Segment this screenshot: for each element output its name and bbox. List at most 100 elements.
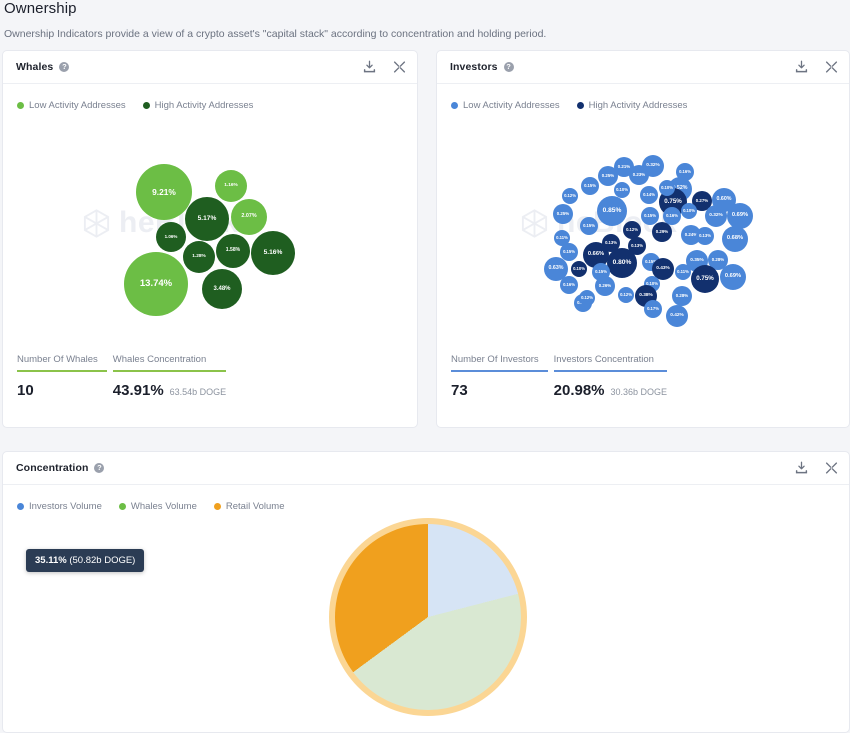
- investors-legend: Low Activity Addresses High Activity Add…: [437, 84, 849, 111]
- bubble[interactable]: 0.80%: [607, 248, 637, 278]
- expand-icon[interactable]: [825, 61, 838, 74]
- metric-label: Investors Concentration: [553, 354, 668, 372]
- legend-label: Retail Volume: [225, 501, 285, 512]
- legend-dot-low-activity: [451, 102, 458, 109]
- bubble[interactable]: 5.16%: [251, 231, 295, 275]
- bubble[interactable]: 0.29%: [652, 222, 672, 242]
- bubble[interactable]: 0.15%: [580, 217, 598, 235]
- legend-label: High Activity Addresses: [588, 100, 688, 111]
- bubble[interactable]: 0.32%: [705, 205, 727, 227]
- metric-number-of-whales: Number Of Whales 10: [17, 354, 107, 399]
- metric-whales-concentration: Whales Concentration 43.91% 63.54b DOGE: [112, 354, 227, 399]
- concentration-card: Concentration ? Investors Volume Whales …: [2, 451, 850, 733]
- metric-subvalue: 63.54b DOGE: [169, 387, 227, 397]
- bubble[interactable]: 0.14%: [640, 186, 658, 204]
- legend-item-low-activity[interactable]: Low Activity Addresses: [451, 100, 560, 111]
- bubble[interactable]: 0.69%: [720, 264, 746, 290]
- metric-value: 20.98%: [553, 382, 605, 399]
- metric-value: 10: [17, 382, 34, 399]
- whales-metrics: Number Of Whales 10 Whales Concentration…: [3, 354, 417, 399]
- investors-card-actions: [795, 60, 838, 74]
- legend-item-whales-volume[interactable]: Whales Volume: [118, 501, 197, 512]
- bubble[interactable]: 0.85%: [597, 196, 627, 226]
- legend-dot-whales-volume: [118, 503, 126, 510]
- bubble[interactable]: 0.10%: [614, 182, 630, 198]
- bubble[interactable]: 0.12%: [562, 188, 578, 204]
- bubble[interactable]: 3.48%: [202, 269, 242, 309]
- bubble[interactable]: 0.12%: [579, 290, 595, 306]
- whales-card: Whales ? Low Activity Addresses High Act…: [2, 50, 418, 428]
- bubble[interactable]: 1.16%: [215, 170, 247, 202]
- legend-label: High Activity Addresses: [154, 100, 254, 111]
- bubble[interactable]: 0.10%: [659, 180, 675, 196]
- bubble[interactable]: 1.06%: [156, 222, 186, 252]
- legend-label: Whales Volume: [130, 501, 197, 512]
- page-title: Ownership: [4, 0, 77, 17]
- concentration-card-header: Concentration ?: [3, 452, 849, 485]
- investors-metrics: Number Of Investors 73 Investors Concent…: [437, 354, 849, 399]
- bubble[interactable]: 0.10%: [681, 203, 697, 219]
- bubble[interactable]: 0.28%: [672, 286, 692, 306]
- investors-card: Investors ? Low Activity Addresses High …: [436, 50, 850, 428]
- expand-icon[interactable]: [825, 462, 838, 475]
- bubble[interactable]: 0.25%: [553, 204, 573, 224]
- legend-dot-retail-volume: [213, 503, 221, 510]
- legend-dot-investors-volume: [17, 503, 24, 510]
- concentration-pie-wrap: heBlock 35.11% (50.82b DOGE): [3, 512, 849, 733]
- bubble[interactable]: 1.28%: [183, 241, 215, 273]
- investors-card-title: Investors: [450, 61, 498, 73]
- bubble[interactable]: 0.25%: [598, 166, 618, 186]
- help-circle-icon[interactable]: ?: [503, 62, 514, 72]
- bubble[interactable]: 0.42%: [666, 305, 688, 327]
- legend-label: Low Activity Addresses: [29, 100, 126, 111]
- bubble[interactable]: 2.07%: [231, 199, 267, 235]
- download-icon[interactable]: [795, 461, 808, 475]
- legend-label: Low Activity Addresses: [463, 100, 560, 111]
- download-icon[interactable]: [795, 60, 808, 74]
- expand-icon[interactable]: [393, 61, 406, 74]
- whales-legend: Low Activity Addresses High Activity Add…: [3, 84, 417, 111]
- concentration-card-title: Concentration: [16, 462, 89, 474]
- investors-bubble-chart: heBlock 0.21%0.32%0.25%0.23%0.16%0.15%0.…: [437, 111, 849, 346]
- ownership-page: Ownership Ownership Indicators provide a…: [0, 0, 850, 733]
- help-circle-icon[interactable]: ?: [94, 463, 105, 473]
- bubble[interactable]: 0.17%: [644, 300, 662, 318]
- legend-dot-high-activity: [576, 102, 584, 109]
- bubble[interactable]: 0.68%: [722, 226, 748, 252]
- metric-label: Whales Concentration: [112, 354, 227, 372]
- bubble[interactable]: 0.13%: [696, 227, 714, 245]
- pie-chart[interactable]: [335, 524, 521, 710]
- legend-dot-high-activity: [142, 102, 150, 109]
- bubble[interactable]: 0.16%: [560, 276, 578, 294]
- tooltip-amount: (50.82b DOGE): [69, 555, 136, 566]
- bubble[interactable]: 0.75%: [691, 265, 719, 293]
- legend-item-investors-volume[interactable]: Investors Volume: [17, 501, 102, 512]
- bubble[interactable]: 0.12%: [618, 287, 634, 303]
- metric-value: 43.91%: [112, 382, 164, 399]
- whales-bubble-chart: heBlock 9.21% 1.16% 5.17% 2.07% 1.06% 1.28% 1.…: [3, 111, 417, 346]
- legend-item-high-activity[interactable]: High Activity Addresses: [576, 100, 688, 111]
- whales-card-header: Whales ?: [3, 51, 417, 84]
- bubble[interactable]: 0.69%: [727, 203, 753, 229]
- legend-dot-low-activity: [17, 102, 24, 109]
- pie-tooltip: 35.11% (50.82b DOGE): [26, 549, 145, 572]
- concentration-card-actions: [795, 461, 838, 475]
- download-icon[interactable]: [363, 60, 376, 74]
- bubble[interactable]: 5.17%: [185, 197, 229, 241]
- bubble[interactable]: 0.23%: [629, 165, 649, 185]
- bubble[interactable]: 0.11%: [675, 264, 691, 280]
- page-subtitle: Ownership Indicators provide a view of a…: [4, 28, 547, 40]
- help-circle-icon[interactable]: ?: [59, 62, 70, 72]
- legend-item-retail-volume[interactable]: Retail Volume: [213, 501, 285, 512]
- legend-item-low-activity[interactable]: Low Activity Addresses: [17, 100, 126, 111]
- bubble[interactable]: 0.15%: [581, 177, 599, 195]
- bubble[interactable]: 0.10%: [571, 261, 587, 277]
- metric-label: Number Of Investors: [451, 354, 548, 372]
- concentration-legend: Investors Volume Whales Volume Retail Vo…: [3, 485, 849, 512]
- bubble[interactable]: 13.74%: [124, 252, 188, 316]
- legend-label: Investors Volume: [29, 501, 102, 512]
- bubble[interactable]: 9.21%: [136, 164, 192, 220]
- bubble[interactable]: 1.58%: [216, 234, 250, 268]
- legend-item-high-activity[interactable]: High Activity Addresses: [142, 100, 254, 111]
- bubble[interactable]: 0.26%: [595, 276, 615, 296]
